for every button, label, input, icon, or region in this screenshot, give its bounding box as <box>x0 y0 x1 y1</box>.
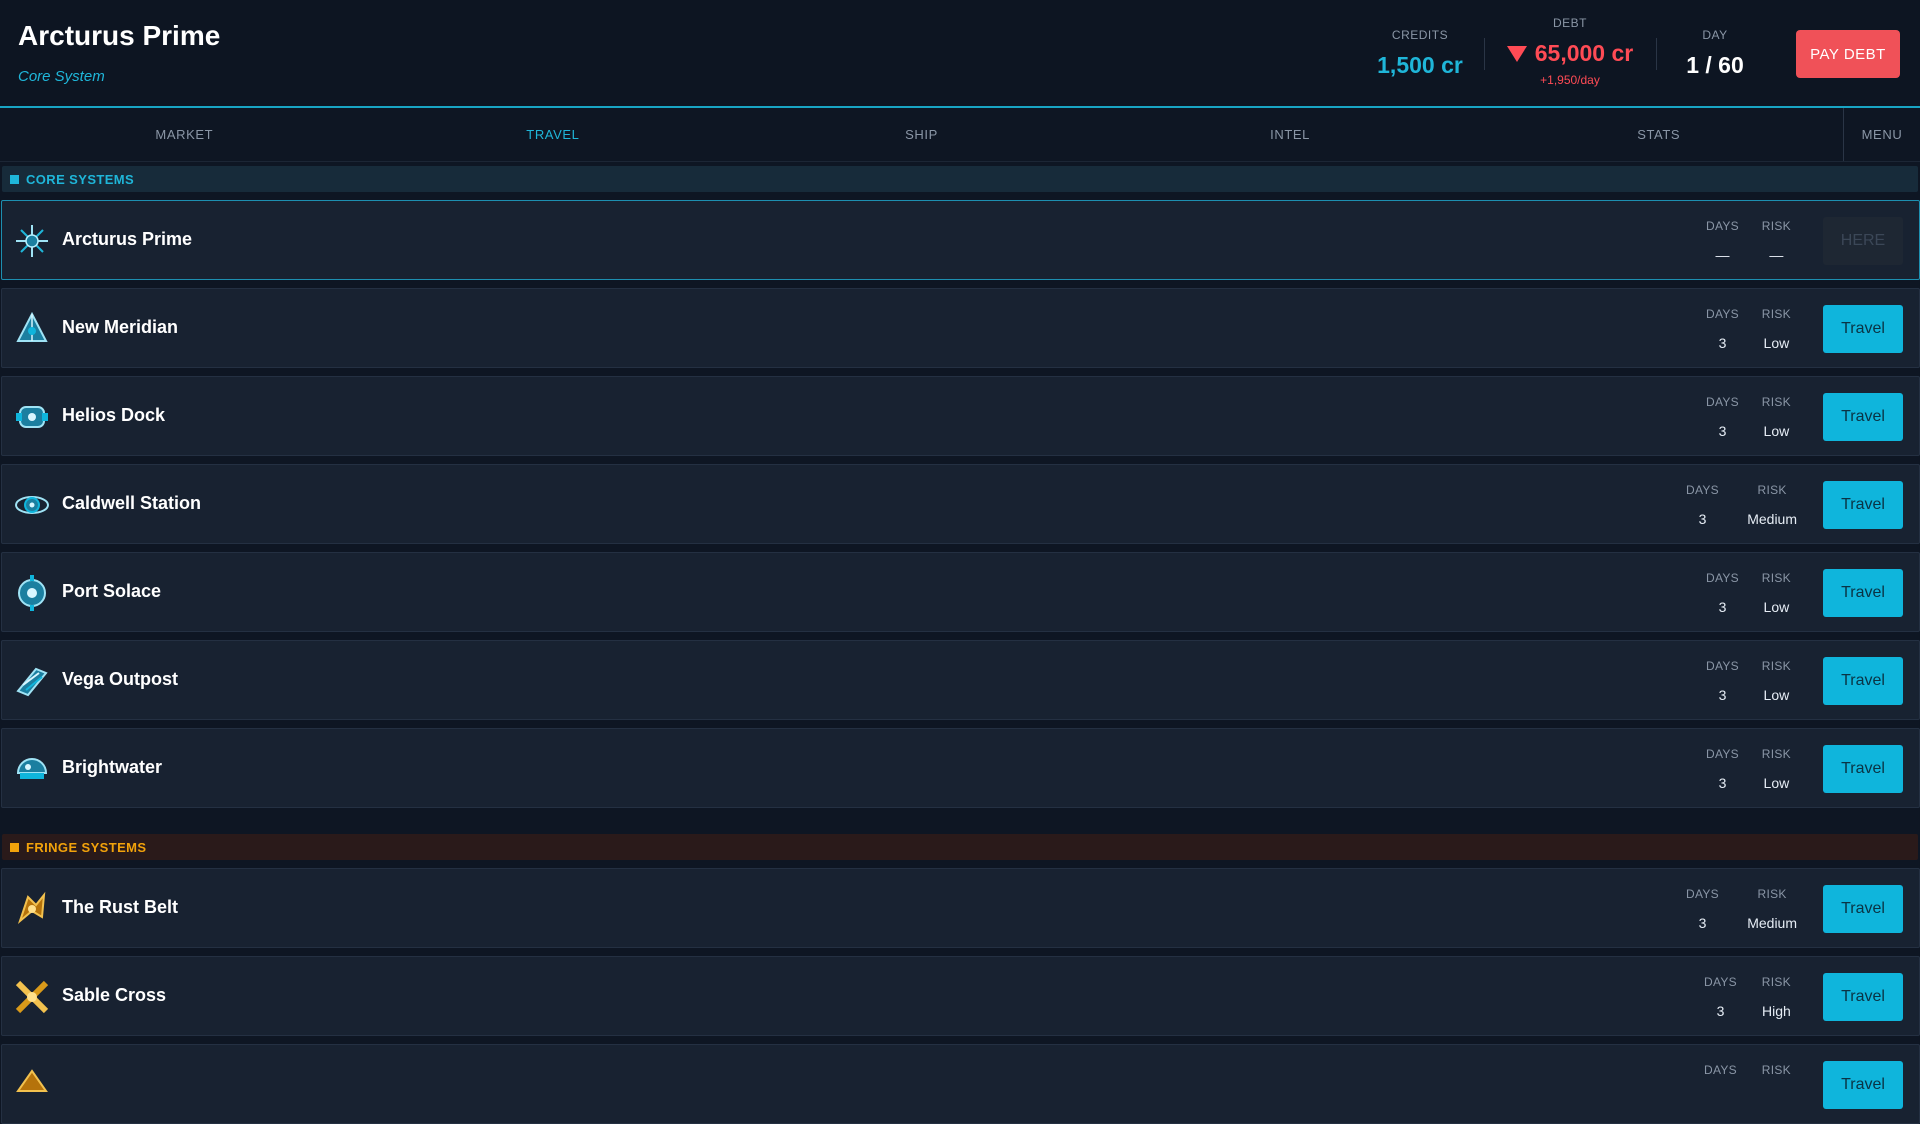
travel-button[interactable]: Travel <box>1823 393 1903 441</box>
travel-button[interactable]: Travel <box>1823 657 1903 705</box>
menu-button[interactable]: MENU <box>1842 108 1920 161</box>
rust-belt-icon <box>17 891 46 925</box>
tab-stats[interactable]: STATS <box>1474 108 1843 161</box>
outpost-icon <box>16 667 48 697</box>
pyramid-station-icon <box>16 311 48 342</box>
destination-row: New Meridian DAYS 3 RISK Low Travel <box>1 288 1920 368</box>
destination-row-current: Arcturus Prime DAYS — RISK — HERE <box>1 200 1920 280</box>
current-location-type: Core System <box>18 68 105 85</box>
travel-days: DAYS — <box>1706 219 1739 263</box>
dock-station-icon <box>16 406 48 428</box>
here-button: HERE <box>1823 217 1903 265</box>
debt-stat: DEBT 65,000 cr +1,950/day <box>1490 16 1650 87</box>
travel-risk: RISK Medium <box>1747 483 1797 527</box>
destination-name: Vega Outpost <box>62 669 179 689</box>
travel-button[interactable]: Travel <box>1823 481 1903 529</box>
travel-risk: RISK Low <box>1761 571 1791 615</box>
debt-interest-rate: +1,950/day <box>1540 73 1600 87</box>
travel-days: DAYS 3 <box>1706 659 1739 703</box>
travel-button[interactable]: Travel <box>1823 745 1903 793</box>
destination-row: Sable Cross DAYS 3 RISK High Travel <box>1 956 1920 1036</box>
debt-value: 65,000 cr <box>1534 40 1634 66</box>
section-header-fringe-systems: FRINGE SYSTEMS <box>2 834 1918 860</box>
travel-days: DAYS 3 <box>1706 395 1739 439</box>
travel-risk: RISK <box>1761 1063 1791 1077</box>
travel-button[interactable]: Travel <box>1823 569 1903 617</box>
travel-risk: RISK Low <box>1761 395 1791 439</box>
travel-risk: RISK Medium <box>1747 887 1797 931</box>
travel-days: DAYS 3 <box>1706 307 1739 351</box>
debt-down-arrow-icon <box>1506 46 1527 62</box>
travel-risk: RISK Low <box>1761 307 1791 351</box>
travel-days: DAYS 3 <box>1686 483 1719 527</box>
destination-row: Caldwell Station DAYS 3 RISK Medium Trav… <box>1 464 1920 544</box>
travel-days: DAYS 3 <box>1706 747 1739 791</box>
travel-risk: RISK — <box>1761 219 1791 263</box>
destination-list-fringe: The Rust Belt DAYS 3 RISK Medium Travel … <box>0 868 1920 1124</box>
travel-button[interactable]: Travel <box>1823 1061 1903 1109</box>
travel-days: DAYS <box>1704 1063 1737 1077</box>
divider <box>1484 38 1485 70</box>
star-station-icon <box>16 225 48 257</box>
orb-station-icon <box>18 575 46 611</box>
destination-name: Sable Cross <box>62 985 167 1005</box>
travel-days: DAYS 3 <box>1686 887 1719 931</box>
tab-ship[interactable]: SHIP <box>737 108 1106 161</box>
top-bar: Arcturus Prime Core System CREDITS 1,500… <box>0 0 1920 108</box>
travel-risk: RISK High <box>1761 975 1791 1019</box>
destination-name: Caldwell Station <box>62 493 202 513</box>
travel-button[interactable]: Travel <box>1823 973 1903 1021</box>
divider <box>1656 38 1657 70</box>
credits-value: 1,500 cr <box>1377 52 1463 78</box>
day-label: DAY <box>1702 28 1728 42</box>
main-tabs: MARKET TRAVEL SHIP INTEL STATS MENU <box>0 108 1920 162</box>
section-title: CORE SYSTEMS <box>26 171 135 187</box>
fringe-station-icon <box>16 1069 48 1092</box>
cross-station-icon <box>15 980 49 1014</box>
destination-name: Helios Dock <box>62 405 166 425</box>
destination-name: Brightwater <box>62 757 163 777</box>
current-location-title: Arcturus Prime <box>18 20 221 51</box>
pay-debt-button[interactable]: PAY DEBT <box>1796 30 1900 78</box>
tab-intel[interactable]: INTEL <box>1106 108 1475 161</box>
destination-name: Arcturus Prime <box>62 229 193 249</box>
debt-label: DEBT <box>1552 16 1587 30</box>
destination-row: Brightwater DAYS 3 RISK Low Travel <box>1 728 1920 808</box>
section-marker-icon <box>10 842 19 852</box>
travel-button[interactable]: Travel <box>1823 885 1903 933</box>
travel-button[interactable]: Travel <box>1823 305 1903 353</box>
tab-travel[interactable]: TRAVEL <box>369 108 738 161</box>
ring-station-icon <box>15 496 49 514</box>
section-marker-icon <box>10 174 19 184</box>
destination-name: The Rust Belt <box>62 897 179 917</box>
destination-row: Vega Outpost DAYS 3 RISK Low Travel <box>1 640 1920 720</box>
destination-name: New Meridian <box>62 317 179 337</box>
section-header-core-systems: CORE SYSTEMS <box>2 166 1918 192</box>
travel-days: DAYS 3 <box>1706 571 1739 615</box>
destination-name: Port Solace <box>62 581 162 601</box>
day-value: 1 / 60 <box>1686 52 1744 78</box>
destination-row: Helios Dock DAYS 3 RISK Low Travel <box>1 376 1920 456</box>
travel-days: DAYS 3 <box>1704 975 1737 1019</box>
destination-row: The Rust Belt DAYS 3 RISK Medium Travel <box>1 868 1920 948</box>
credits-label: CREDITS <box>1391 28 1449 42</box>
travel-risk: RISK Low <box>1761 659 1791 703</box>
tab-market[interactable]: MARKET <box>0 108 369 161</box>
credits-stat: CREDITS 1,500 cr <box>1360 28 1480 79</box>
destination-row: Port Solace DAYS 3 RISK Low Travel <box>1 552 1920 632</box>
section-title: FRINGE SYSTEMS <box>26 839 147 855</box>
destination-list-core: Arcturus Prime DAYS — RISK — HERE New Me… <box>0 200 1920 808</box>
day-stat: DAY 1 / 60 <box>1665 28 1765 79</box>
dome-station-icon <box>16 758 48 779</box>
travel-risk: RISK Low <box>1761 747 1791 791</box>
destination-row: DAYS RISK Travel <box>1 1044 1920 1124</box>
